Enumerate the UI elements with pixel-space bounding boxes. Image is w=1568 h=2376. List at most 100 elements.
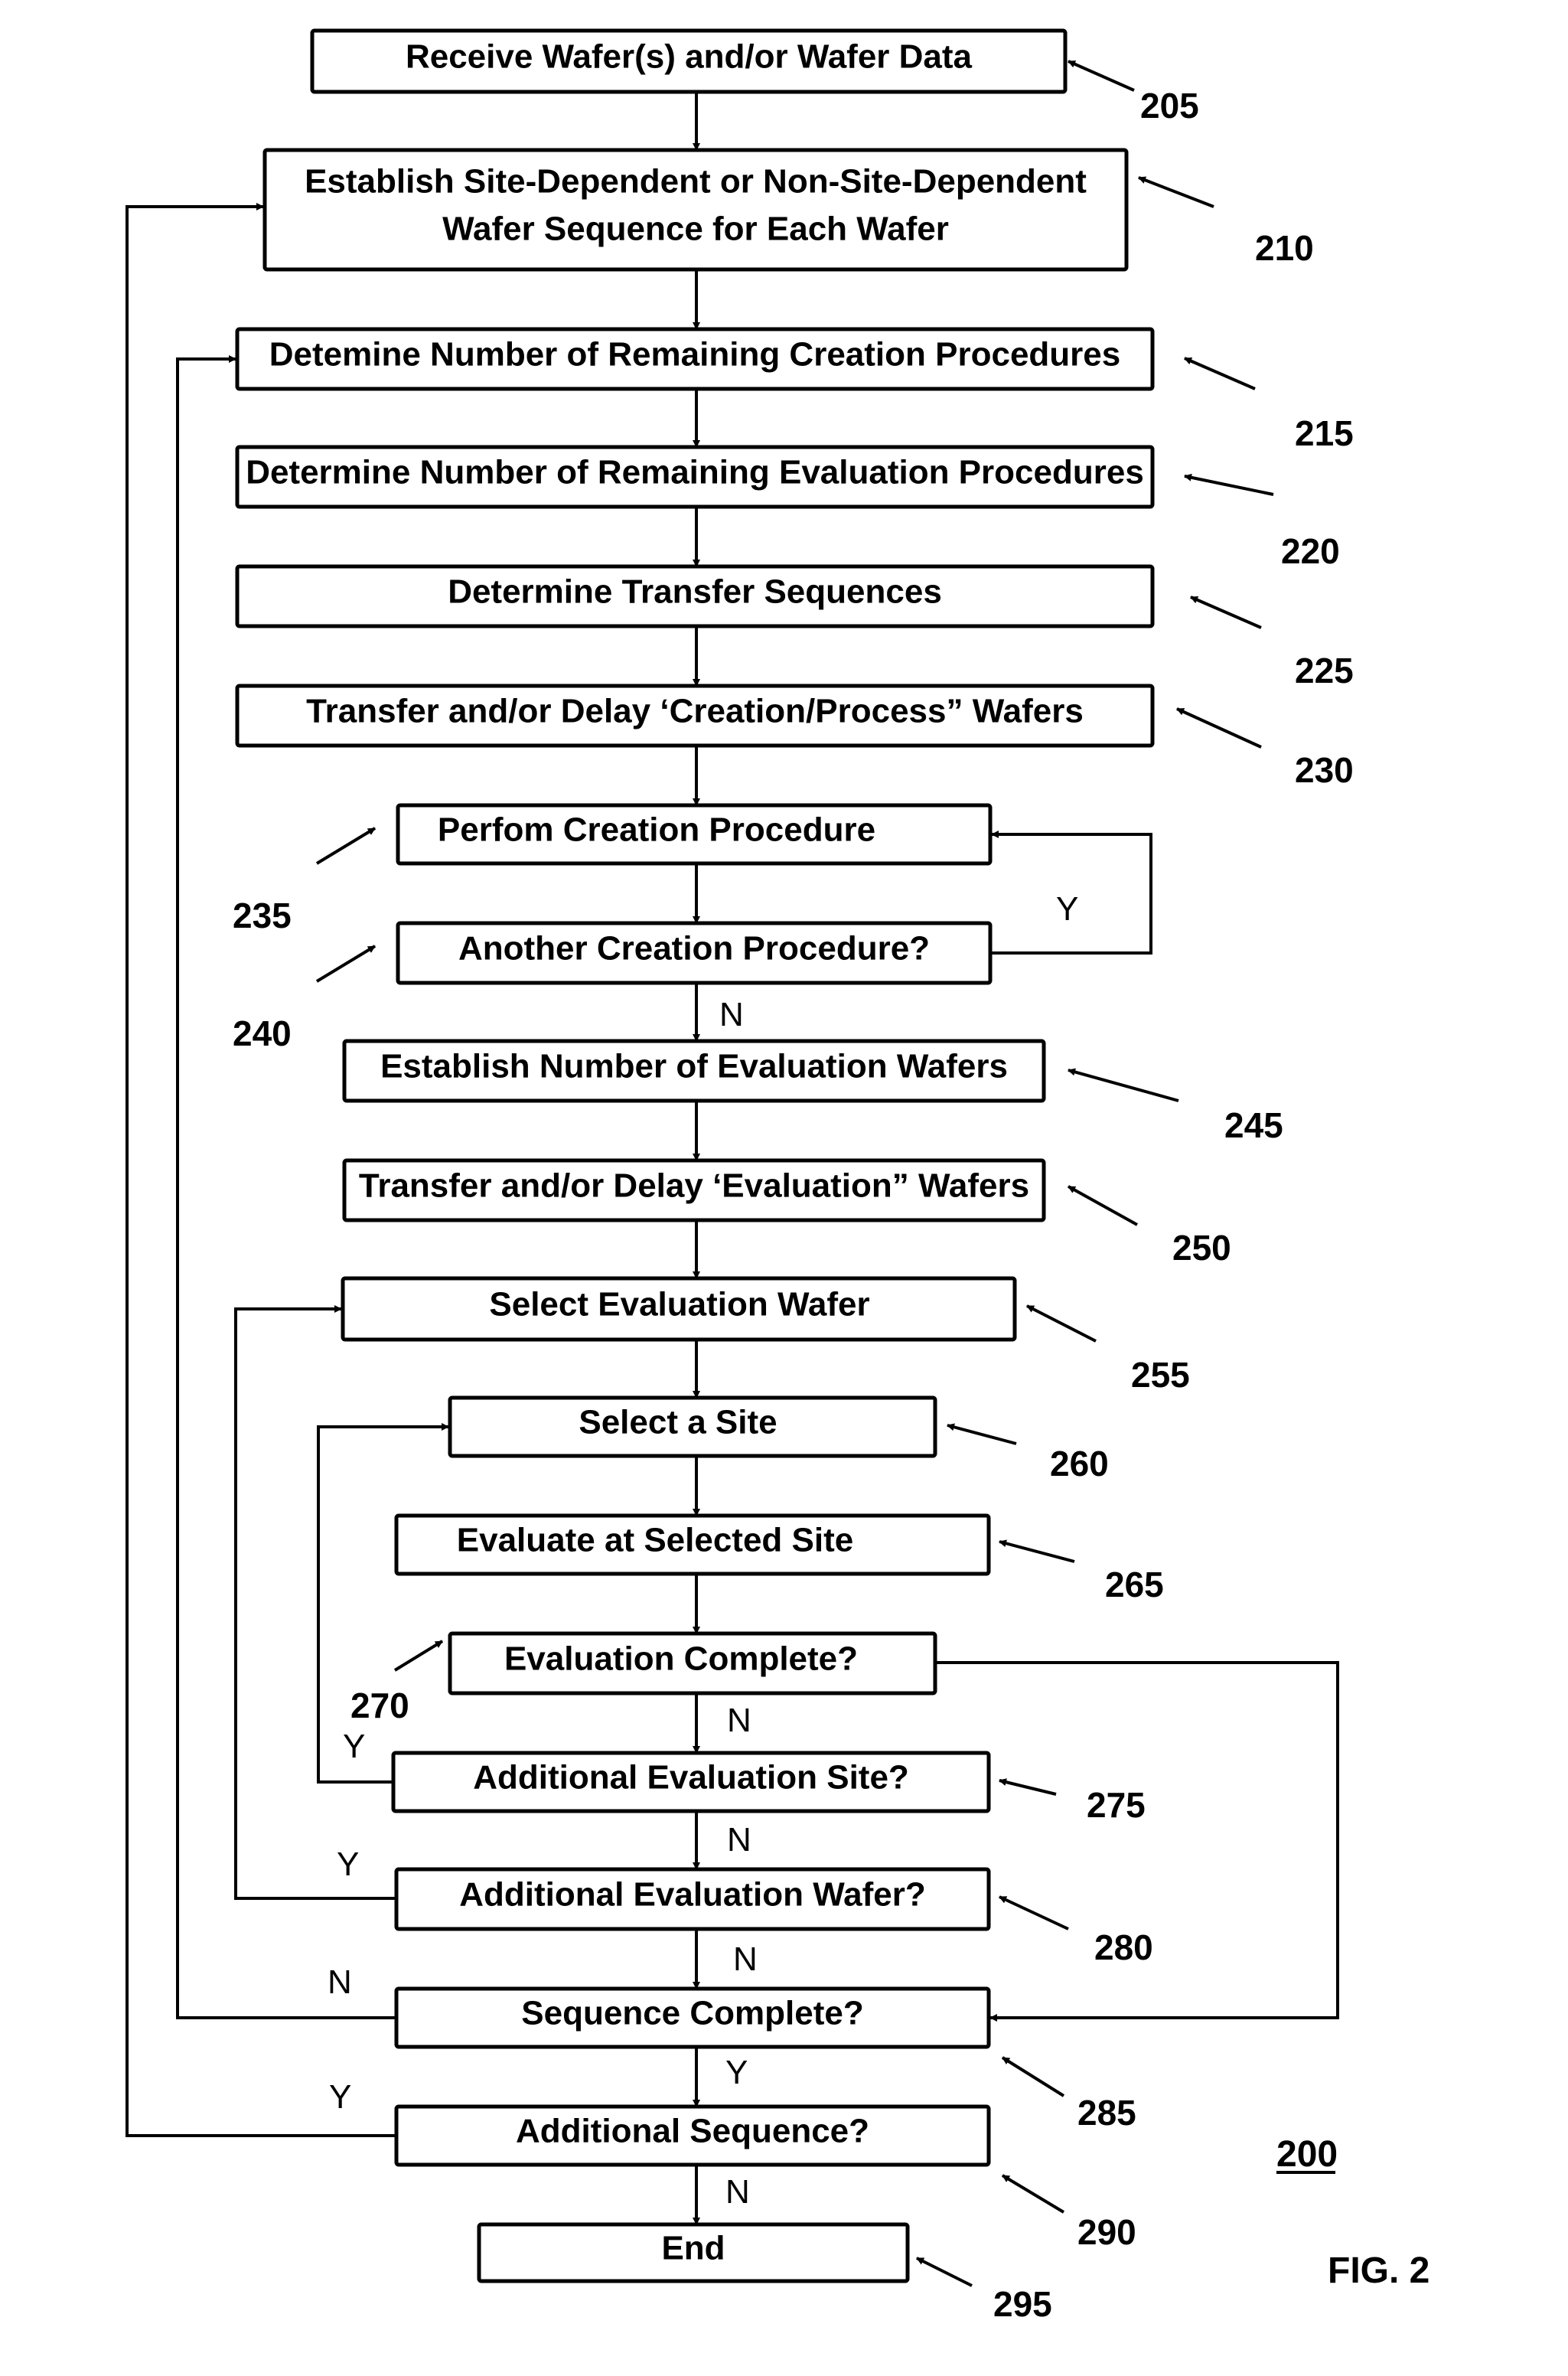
- reference-leader-295: 295: [916, 2257, 1052, 2324]
- figure-meta: 200 FIG. 2: [1276, 2134, 1429, 2291]
- step-265: Evaluate at Selected Site: [394, 1513, 991, 1576]
- leader-arrow: [1184, 473, 1274, 496]
- step-225: Determine Transfer Sequences: [235, 564, 1155, 628]
- branch-label-no: N: [719, 996, 744, 1033]
- reference-number: 255: [1131, 1355, 1190, 1395]
- leader-arrow: [999, 1778, 1057, 1796]
- step-label: End: [661, 2230, 725, 2267]
- leader-arrow: [1026, 1304, 1097, 1343]
- step-label: Another Creation Procedure?: [458, 930, 930, 968]
- step-260: Select a Site: [448, 1395, 937, 1458]
- leader-arrow: [999, 1539, 1075, 1563]
- reference-number: 265: [1105, 1565, 1164, 1604]
- step-245: Establish Number of Evaluation Wafers: [342, 1039, 1046, 1103]
- reference-number: 235: [233, 896, 292, 935]
- reference-leader-220: 220: [1184, 473, 1340, 571]
- leader-arrow: [1138, 176, 1214, 208]
- flowchart-diagram: Receive Wafer(s) and/or Wafer Data Establ…: [126, 28, 1429, 2324]
- branch-label-no: N: [725, 2173, 750, 2211]
- step-label: Transfer and/or Delay ‘Creation/Process”…: [306, 693, 1084, 730]
- step-235: Perfom Creation Procedure: [396, 803, 993, 866]
- connector-275-260-yes: [317, 1423, 449, 1784]
- branch-label-no: N: [727, 1702, 751, 1739]
- reference-leader-235: 235: [233, 827, 377, 935]
- reference-leader-215: 215: [1184, 357, 1354, 453]
- reference-number: 270: [350, 1686, 409, 1725]
- step-290: Additional Sequence?: [394, 2104, 991, 2167]
- reference-leader-260: 260: [947, 1423, 1109, 1483]
- step-255: Select Evaluation Wafer: [341, 1276, 1017, 1342]
- step-label: Sequence Complete?: [521, 1995, 863, 2032]
- step-285: Sequence Complete?: [394, 1986, 991, 2049]
- step-label: Determine Transfer Sequences: [448, 573, 942, 611]
- step-label: Establish Site-Dependent or Non-Site-Dep…: [305, 163, 1087, 201]
- leader-arrow: [1068, 1185, 1138, 1226]
- reference-number: 210: [1255, 228, 1314, 268]
- step-205: Receive Wafer(s) and/or Wafer Data: [310, 28, 1068, 94]
- leader-arrow: [1190, 596, 1262, 629]
- leader-arrow: [999, 1895, 1069, 1930]
- step-label: Additional Evaluation Site?: [473, 1759, 909, 1797]
- step-230: Transfer and/or Delay ‘Creation/Process”…: [235, 684, 1155, 748]
- reference-number: 205: [1140, 86, 1199, 126]
- step-215: Detemine Number of Remaining Creation Pr…: [235, 327, 1155, 391]
- step-label: Receive Wafer(s) and/or Wafer Data: [406, 38, 973, 76]
- reference-leader-210: 210: [1138, 176, 1314, 268]
- step-220: Determine Number of Remaining Evaluation…: [235, 445, 1155, 509]
- reference-leader-250: 250: [1068, 1185, 1231, 1268]
- reference-number: 275: [1087, 1785, 1146, 1825]
- step-label: Wafer Sequence for Each Wafer: [442, 211, 949, 248]
- reference-number: 290: [1077, 2212, 1136, 2252]
- branch-label-no: N: [733, 1940, 758, 1978]
- leader-arrow: [1184, 357, 1256, 390]
- leader-arrow: [1001, 2056, 1065, 2097]
- connector-280-255-yes: [234, 1305, 396, 1900]
- leader-arrow: [916, 2257, 973, 2287]
- branch-label-yes: Y: [1056, 890, 1078, 928]
- step-295: End: [477, 2222, 910, 2283]
- leader-arrow: [315, 827, 377, 865]
- reference-number: 215: [1295, 413, 1354, 453]
- step-label: Select a Site: [579, 1404, 777, 1441]
- step-280: Additional Evaluation Wafer?: [394, 1867, 991, 1931]
- reference-number: 245: [1224, 1105, 1283, 1145]
- step-label: Select Evaluation Wafer: [489, 1286, 869, 1323]
- leader-arrow: [1068, 60, 1135, 92]
- branch-label-no: N: [727, 1821, 751, 1859]
- reference-number: 295: [993, 2284, 1052, 2324]
- reference-number: 285: [1077, 2093, 1136, 2133]
- step-label: Transfer and/or Delay ‘Evaluation” Wafer…: [359, 1167, 1029, 1205]
- step-275: Additional Evaluation Site?: [391, 1751, 991, 1813]
- leader-arrow: [947, 1423, 1017, 1445]
- reference-number: 280: [1094, 1927, 1153, 1967]
- reference-leader-230: 230: [1176, 707, 1354, 790]
- step-270: Evaluation Complete?: [448, 1631, 937, 1696]
- step-label: Detemine Number of Remaining Creation Pr…: [269, 336, 1120, 374]
- reference-leader-280: 280: [999, 1895, 1153, 1967]
- reference-number: 240: [233, 1013, 292, 1053]
- reference-leader-255: 255: [1026, 1304, 1190, 1395]
- figure-label: FIG. 2: [1328, 2250, 1429, 2291]
- reference-leader-265: 265: [999, 1539, 1164, 1604]
- step-label: Additional Sequence?: [516, 2113, 869, 2150]
- reference-number: 230: [1295, 750, 1354, 790]
- reference-number: 225: [1295, 651, 1354, 690]
- step-label: Perfom Creation Procedure: [438, 811, 875, 849]
- branch-label-yes: Y: [725, 2054, 748, 2091]
- step-label: Evaluate at Selected Site: [457, 1522, 853, 1559]
- leader-arrow: [315, 945, 377, 983]
- reference-leader-290: 290: [1001, 2174, 1136, 2252]
- step-label: Establish Number of Evaluation Wafers: [380, 1048, 1008, 1085]
- step-label: Determine Number of Remaining Evaluation…: [246, 454, 1144, 491]
- reference-leader-285: 285: [1001, 2056, 1136, 2133]
- step-label: Additional Evaluation Wafer?: [459, 1876, 926, 1914]
- branch-label-yes: Y: [329, 2078, 351, 2116]
- reference-number: 220: [1281, 531, 1340, 571]
- branch-label-yes: Y: [343, 1728, 365, 1765]
- leader-arrow: [393, 1640, 444, 1672]
- step-210: Establish Site-Dependent or Non-Site-Dep…: [262, 148, 1129, 272]
- leader-arrow: [1068, 1068, 1179, 1102]
- figure-reference-number: 200: [1276, 2134, 1338, 2175]
- step-250: Transfer and/or Delay ‘Evaluation” Wafer…: [342, 1158, 1046, 1222]
- reference-leader-275: 275: [999, 1778, 1146, 1825]
